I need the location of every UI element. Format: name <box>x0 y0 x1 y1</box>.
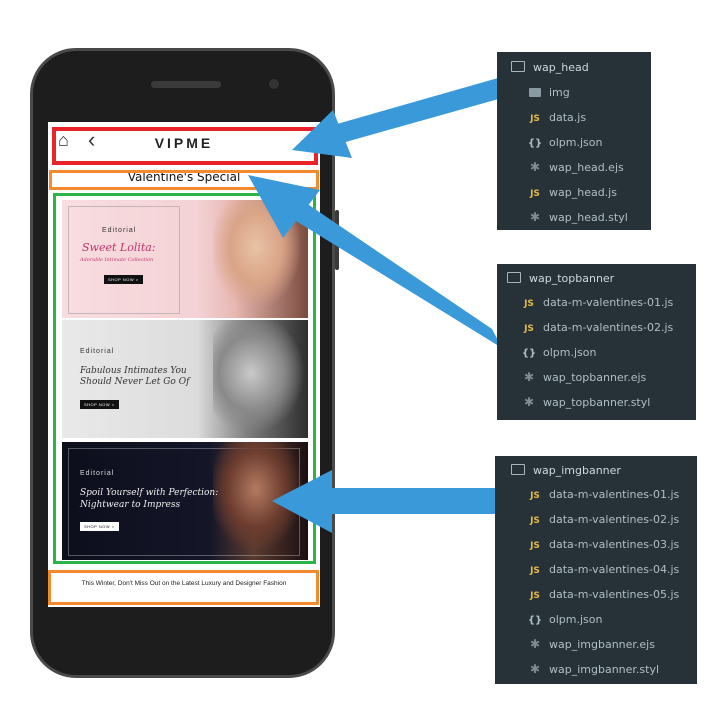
js-icon: JS <box>530 566 540 576</box>
js-icon: JS <box>530 591 540 601</box>
asterisk-icon: ✱ <box>529 637 541 651</box>
tree-item[interactable]: JS data-m-valentines-01.js <box>521 290 673 315</box>
tree-item[interactable]: {} olpm.json <box>527 130 603 155</box>
asterisk-icon: ✱ <box>523 370 535 384</box>
js-icon: JS <box>530 189 540 199</box>
tree-item[interactable]: JS data.js <box>527 105 586 130</box>
json-icon: {} <box>527 615 543 626</box>
tree-item[interactable]: JS wap_head.js <box>527 180 617 205</box>
tree-root-folder[interactable]: wap_head <box>511 55 589 80</box>
tree-root-folder[interactable]: wap_imgbanner <box>511 458 621 483</box>
tree-item[interactable]: ✱ wap_imgbanner.styl <box>527 657 659 682</box>
tree-item[interactable]: JS data-m-valentines-04.js <box>527 557 679 582</box>
json-icon: {} <box>527 138 543 149</box>
tree-item[interactable]: JS data-m-valentines-01.js <box>527 482 679 507</box>
js-icon: JS <box>530 516 540 526</box>
file-tree-wap-topbanner: wap_topbanner JS data-m-valentines-01.js … <box>497 264 696 420</box>
json-icon: {} <box>521 348 537 359</box>
folder-icon <box>529 88 541 97</box>
tree-item[interactable]: {} olpm.json <box>521 340 597 365</box>
tree-item[interactable]: JS data-m-valentines-03.js <box>527 532 679 557</box>
tree-item[interactable]: JS data-m-valentines-05.js <box>527 582 679 607</box>
asterisk-icon: ✱ <box>529 662 541 676</box>
asterisk-icon: ✱ <box>529 160 541 174</box>
tree-item[interactable]: ✱ wap_imgbanner.ejs <box>527 632 655 657</box>
arrow-to-head <box>292 78 502 158</box>
tree-item[interactable]: ✱ wap_head.styl <box>527 205 628 230</box>
file-tree-wap-head: wap_head img JS data.js {} olpm.json ✱ wap_… <box>497 52 651 230</box>
js-icon: JS <box>530 541 540 551</box>
js-icon: JS <box>530 114 540 124</box>
js-icon: JS <box>530 491 540 501</box>
tree-item[interactable]: ✱ wap_topbanner.ejs <box>521 365 646 390</box>
file-tree-wap-imgbanner: wap_imgbanner JS data-m-valentines-01.js … <box>495 456 697 684</box>
tree-item[interactable]: {} olpm.json <box>527 607 603 632</box>
tree-item[interactable]: ✱ wap_head.ejs <box>527 155 624 180</box>
asterisk-icon: ✱ <box>529 210 541 224</box>
js-icon: JS <box>524 299 534 309</box>
tree-item[interactable]: JS data-m-valentines-02.js <box>527 507 679 532</box>
folder-icon <box>507 272 521 283</box>
tree-item[interactable]: JS data-m-valentines-02.js <box>521 315 673 340</box>
tree-root-folder[interactable]: wap_topbanner <box>507 266 614 291</box>
tree-item[interactable]: ✱ wap_topbanner.styl <box>521 390 650 415</box>
arrow-to-topbanner <box>248 175 502 348</box>
arrow-to-imgbanner <box>272 470 497 533</box>
js-icon: JS <box>524 324 534 334</box>
tree-item[interactable]: img <box>529 80 570 105</box>
folder-icon <box>511 61 525 72</box>
asterisk-icon: ✱ <box>523 395 535 409</box>
folder-icon <box>511 464 525 475</box>
